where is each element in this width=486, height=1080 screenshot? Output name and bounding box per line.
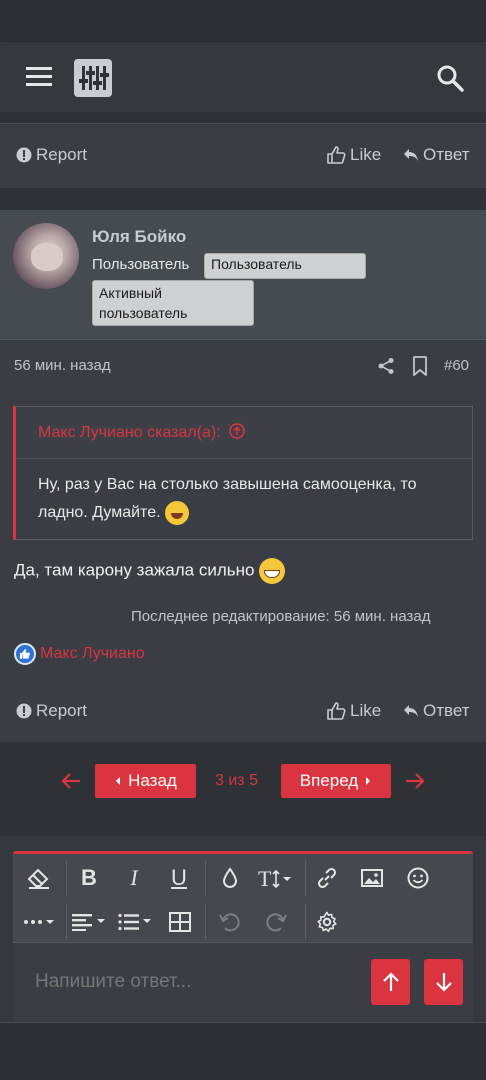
report-button[interactable]: Report: [16, 145, 87, 165]
report-icon: [16, 703, 32, 719]
more-icon[interactable]: [21, 906, 61, 938]
quote-author-text: Макс Лучиано сказал(а):: [38, 424, 221, 441]
table-icon[interactable]: [164, 906, 196, 938]
next-label: Вперед: [299, 771, 359, 790]
sliders-logo-icon[interactable]: [74, 59, 112, 97]
quote-text: Ну, раз у Вас на столько завышена самооц…: [38, 476, 417, 521]
post-actions-bar: Report Like Ответ: [0, 680, 486, 742]
eraser-icon[interactable]: [23, 862, 55, 894]
scroll-up-button[interactable]: [371, 959, 410, 1005]
reply-input[interactable]: [35, 967, 355, 997]
thumbs-up-icon: [327, 146, 346, 164]
prev-label: Назад: [128, 771, 177, 790]
reply-editor-area: B I U T: [0, 836, 486, 1025]
text-size-icon[interactable]: T: [257, 862, 299, 894]
rofl-emoji-icon: [164, 500, 189, 525]
redo-icon[interactable]: [260, 906, 292, 938]
post-timestamp[interactable]: 56 мин. назад: [14, 357, 111, 374]
user-title: Пользователь: [92, 256, 190, 273]
toolbar-separator: [205, 860, 206, 896]
quote-body: Ну, раз у Вас на столько завышена самооц…: [38, 471, 458, 527]
bold-icon[interactable]: B: [73, 862, 105, 894]
svg-text:T: T: [258, 867, 272, 889]
undo-icon[interactable]: [214, 906, 246, 938]
top-navigation-bar: [0, 42, 486, 112]
color-icon[interactable]: [214, 862, 246, 894]
status-bar: [0, 0, 486, 42]
list-icon[interactable]: [117, 906, 155, 938]
page-indicator[interactable]: 3 из 5: [215, 772, 258, 790]
toolbar-row: B I U T: [13, 856, 473, 900]
quote-block: Макс Лучиано сказал(а): Ну, раз у Вас на…: [13, 406, 473, 540]
username[interactable]: Юля Бойко: [92, 227, 186, 247]
report-button[interactable]: Report: [16, 701, 87, 721]
toolbar-separator: [205, 904, 206, 940]
user-badge: Активный пользователь: [92, 280, 254, 326]
image-icon[interactable]: [356, 862, 388, 894]
user-badge: Пользователь: [204, 253, 366, 279]
toolbar-separator: [305, 860, 306, 896]
quote-author[interactable]: Макс Лучиано сказал(а):: [38, 423, 245, 442]
reactions-bar[interactable]: Макс Лучиано: [14, 643, 145, 665]
like-label: Like: [350, 701, 382, 720]
smiley-icon[interactable]: [402, 862, 434, 894]
reply-button[interactable]: Ответ: [403, 145, 470, 165]
report-label: Report: [36, 701, 88, 720]
reply-icon: [404, 705, 418, 717]
share-icon[interactable]: [377, 357, 395, 375]
post: Юля Бойко Пользователь Пользователь Акти…: [0, 210, 486, 680]
toolbar-separator: [66, 904, 67, 940]
bottom-bar: [0, 1022, 486, 1080]
arrow-down-icon: [435, 973, 452, 992]
reply-button[interactable]: Ответ: [403, 701, 470, 721]
align-icon[interactable]: [71, 906, 109, 938]
bookmark-icon[interactable]: [412, 356, 428, 376]
scroll-down-button[interactable]: [424, 959, 463, 1005]
compose-area: [13, 942, 473, 1025]
thumbs-up-icon: [327, 702, 346, 720]
reaction-user-link[interactable]: Макс Лучиано: [40, 645, 145, 663]
caret-left-icon: [116, 777, 121, 785]
next-page-button[interactable]: Вперед: [281, 764, 391, 798]
like-label: Like: [350, 145, 382, 164]
hamburger-icon[interactable]: [26, 66, 54, 88]
toolbar-separator: [305, 904, 306, 940]
link-icon[interactable]: [311, 862, 343, 894]
caret-right-icon: [366, 777, 371, 785]
like-button[interactable]: Like: [326, 145, 381, 165]
underline-icon[interactable]: U: [163, 862, 195, 894]
arrow-up-icon: [382, 972, 399, 991]
last-edited-note: Последнее редактирование: 56 мин. назад: [131, 608, 431, 625]
reply-icon: [404, 149, 418, 161]
post-actions-bar: Report Like Ответ: [0, 124, 486, 188]
toolbar-row: [13, 900, 473, 944]
post-text: Да, там карону зажала сильно: [14, 560, 255, 580]
grin-emoji-icon: [259, 558, 286, 584]
avatar-face: [31, 243, 63, 271]
like-button[interactable]: Like: [326, 701, 381, 721]
report-label: Report: [36, 145, 88, 164]
arrow-up-circle-icon: [229, 423, 245, 439]
reply-label: Ответ: [423, 145, 470, 164]
prev-page-button[interactable]: Назад: [95, 764, 196, 798]
quote-header[interactable]: Макс Лучиано сказал(а):: [16, 407, 472, 459]
settings-icon[interactable]: [311, 906, 343, 938]
post-header: Юля Бойко Пользователь Пользователь Акти…: [0, 210, 486, 340]
post-body: Да, там карону зажала сильно: [14, 558, 286, 584]
rich-text-editor: B I U T: [13, 851, 473, 1025]
arrow-right-icon[interactable]: [404, 770, 426, 792]
reply-label: Ответ: [423, 701, 470, 720]
avatar[interactable]: [13, 223, 79, 289]
arrow-left-icon[interactable]: [60, 770, 82, 792]
italic-icon[interactable]: I: [118, 862, 150, 894]
pagination: Назад 3 из 5 Вперед: [0, 742, 486, 836]
post-number[interactable]: #60: [444, 357, 469, 374]
like-reaction-icon: [14, 643, 36, 665]
toolbar-separator: [66, 860, 67, 896]
report-icon: [16, 147, 32, 163]
search-icon[interactable]: [436, 64, 464, 92]
